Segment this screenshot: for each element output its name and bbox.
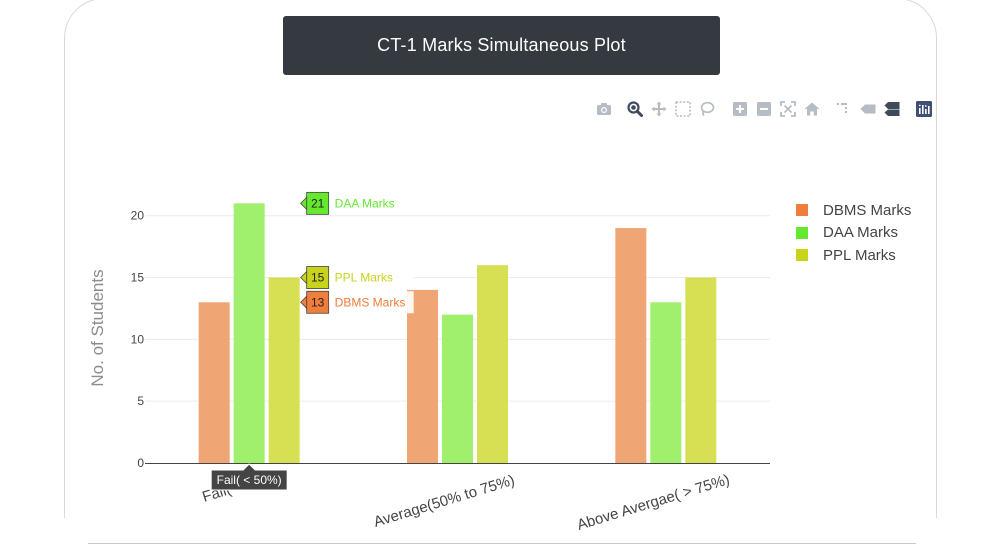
hover-label: 21 DAA Marks <box>300 191 414 215</box>
hover-label: 13 DBMS Marks <box>300 290 414 314</box>
x-tick-label: Above Avergae( > 75%) <box>575 471 732 534</box>
hover-label: 15 PPL Marks <box>300 266 414 289</box>
y-tick-label: 15 <box>131 271 145 285</box>
legend-item-dbms[interactable]: DBMS Marks <box>796 199 911 222</box>
y-tick-label: 10 <box>131 332 145 346</box>
legend-label: DBMS Marks <box>823 201 912 219</box>
legend-item-ppl[interactable]: PPL Marks <box>796 244 911 267</box>
y-tick-label: 0 <box>137 456 144 470</box>
legend-label: PPL Marks <box>823 246 896 264</box>
y-axis-ticks: 0 5 10 15 20 <box>131 209 145 470</box>
bar-daa-marks[interactable] <box>650 302 682 463</box>
legend-swatch <box>796 249 808 262</box>
legend-item-daa[interactable]: DAA Marks <box>796 222 911 245</box>
bar-chart: 05101520 Fail( < Average(50% to 75%) Above… <box>88 191 770 534</box>
bar-dbms-marks[interactable] <box>615 228 647 463</box>
legend-label: DAA Marks <box>823 224 899 242</box>
bar-series <box>198 203 717 463</box>
bar-ppl-marks[interactable] <box>268 277 300 463</box>
hover-value: 13 <box>311 295 325 309</box>
hover-series-name: DAA Marks <box>335 196 395 210</box>
bar-dbms-marks[interactable] <box>407 289 438 463</box>
y-axis-label: No. of Students <box>88 269 107 386</box>
chart-legend: DBMS Marks DAA Marks PPL Marks <box>796 199 911 267</box>
hover-x-label: Fail( < 50%) <box>210 463 288 491</box>
hover-x-value: Fail( < 50%) <box>217 473 282 487</box>
bar-dbms-marks[interactable] <box>198 302 230 463</box>
hover-series-name: DBMS Marks <box>335 295 406 309</box>
hover-value: 21 <box>311 196 325 210</box>
bar-ppl-marks[interactable] <box>477 265 508 463</box>
hover-value: 15 <box>311 271 325 285</box>
y-tick-label: 20 <box>131 209 145 223</box>
legend-swatch <box>796 204 808 217</box>
bar-daa-marks[interactable] <box>233 203 265 463</box>
bar-ppl-marks[interactable] <box>685 277 717 463</box>
x-tick-label: Average(50% to 75%) <box>372 472 517 531</box>
y-tick-label: 5 <box>137 394 144 408</box>
hover-series-name: PPL Marks <box>335 271 393 285</box>
legend-swatch <box>796 226 808 239</box>
bar-daa-marks[interactable] <box>442 314 473 463</box>
